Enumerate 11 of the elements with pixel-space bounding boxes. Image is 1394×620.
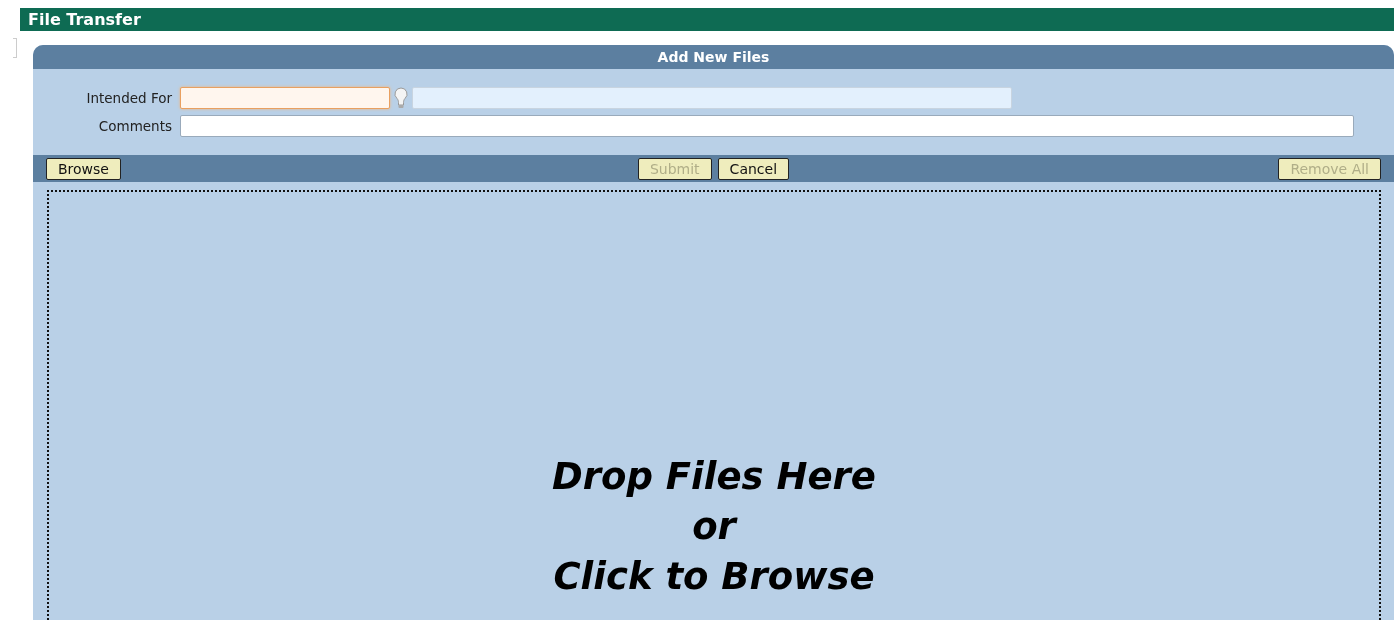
field-label: Intended For bbox=[85, 90, 172, 106]
input-field[interactable] bbox=[180, 87, 390, 109]
cancel-button[interactable]: Cancel bbox=[717, 157, 790, 180]
comments-field[interactable] bbox=[180, 115, 1354, 137]
drop-zone[interactable]: Drop Files Here or Click to Browse bbox=[47, 190, 1381, 620]
panel-title: Add New Files bbox=[657, 49, 770, 65]
page-title: File Transfer bbox=[28, 10, 141, 29]
field-label: Comments bbox=[97, 118, 172, 134]
lightbulb-icon[interactable] bbox=[394, 87, 408, 109]
browse-button[interactable]: Browse bbox=[46, 157, 121, 180]
drop-instructions: Drop Files Here or Click to Browse bbox=[552, 454, 876, 600]
